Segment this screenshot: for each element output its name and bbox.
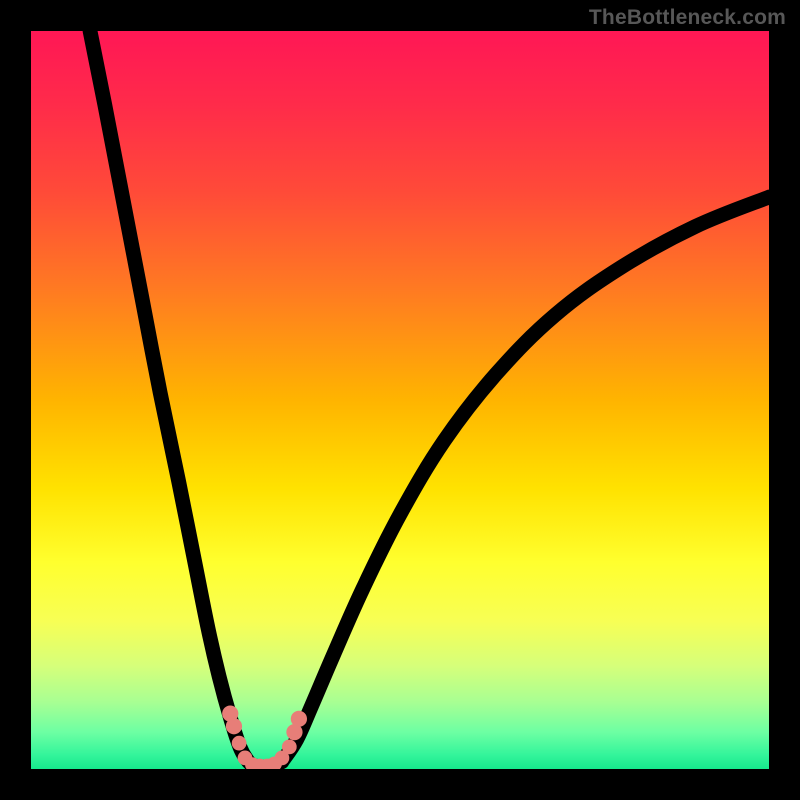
chart-stage: TheBottleneck.com	[0, 0, 800, 800]
plot-area	[31, 31, 769, 769]
valley-markers	[222, 706, 307, 769]
watermark-label: TheBottleneck.com	[589, 6, 786, 30]
valley-marker	[291, 711, 307, 727]
valley-marker	[282, 739, 297, 754]
curve-left-branch	[90, 31, 252, 765]
valley-marker	[226, 718, 242, 734]
curve-layer	[31, 31, 769, 769]
valley-marker	[232, 736, 247, 751]
curve-right-branch	[282, 197, 769, 762]
